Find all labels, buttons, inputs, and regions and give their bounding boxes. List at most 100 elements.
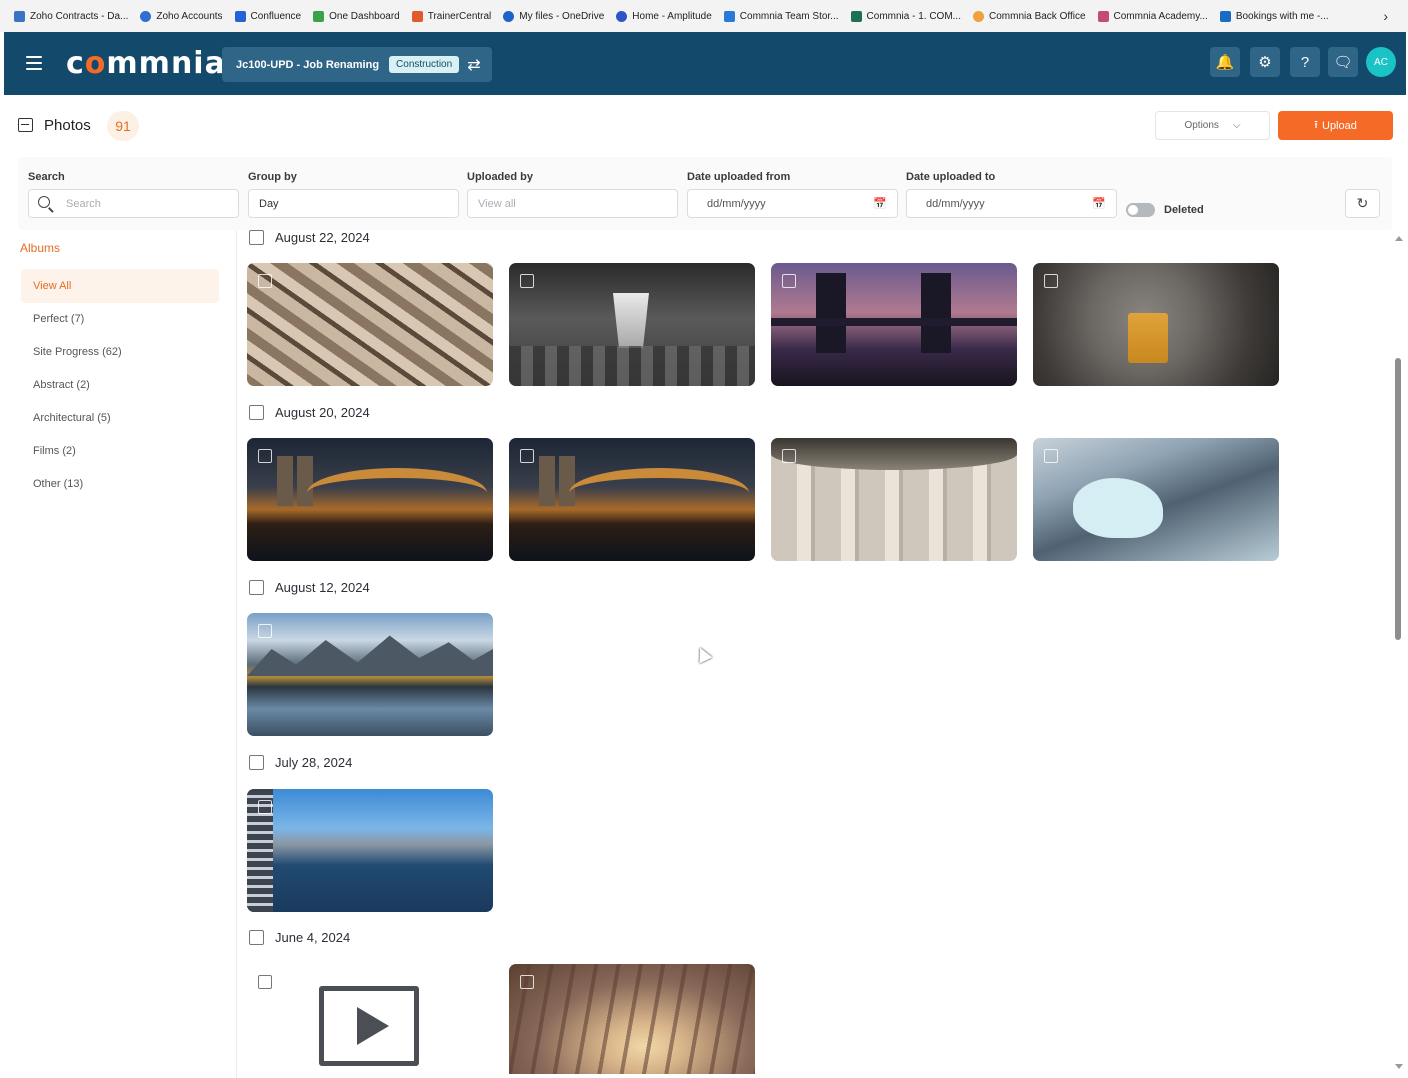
photo-select-checkbox[interactable] bbox=[1044, 274, 1058, 288]
search-label: Search bbox=[28, 171, 65, 183]
scroll-down-icon[interactable] bbox=[1395, 1064, 1403, 1069]
photos-icon bbox=[18, 118, 33, 132]
bookmark-trainercentral[interactable]: TrainerCentral bbox=[406, 0, 498, 32]
album-other[interactable]: Other (13) bbox=[21, 467, 219, 501]
page-title: Photos bbox=[44, 117, 91, 134]
concrete-pillars-photo[interactable] bbox=[771, 438, 1017, 561]
group-date: June 4, 2024 bbox=[275, 930, 351, 945]
back-office-icon bbox=[973, 10, 984, 22]
confluence-icon bbox=[234, 10, 246, 22]
cologne-bridge-photo[interactable] bbox=[247, 438, 493, 561]
photo-select-checkbox[interactable] bbox=[258, 975, 272, 989]
cologne-bridge-photo[interactable] bbox=[509, 438, 755, 561]
date-from-placeholder: dd/mm/yyyy bbox=[707, 197, 766, 210]
tree-tunnel-photo[interactable] bbox=[509, 964, 755, 1074]
chat-icon[interactable]: 🗨 bbox=[1328, 47, 1358, 77]
app-header: commnia Jc100-UPD - Job Renaming Constru… bbox=[4, 32, 1406, 95]
album-view-all[interactable]: View All bbox=[21, 269, 219, 303]
dashboard-icon bbox=[313, 10, 325, 22]
deleted-label: Deleted bbox=[1164, 204, 1204, 216]
tower-bridge-photo[interactable] bbox=[771, 263, 1017, 386]
skyscraper-photo[interactable] bbox=[1033, 438, 1279, 561]
concrete-corridor-photo[interactable] bbox=[509, 263, 755, 386]
tunnel-drill-photo[interactable] bbox=[1033, 263, 1279, 386]
timber-beams-photo[interactable] bbox=[247, 263, 493, 386]
scrollbar[interactable] bbox=[1392, 230, 1406, 1075]
upload-button[interactable]: ⭱ Upload bbox=[1278, 111, 1393, 140]
bookmark-zoho-contracts[interactable]: Zoho Contracts - Da... bbox=[8, 0, 134, 32]
date-to-placeholder: dd/mm/yyyy bbox=[926, 197, 985, 210]
photo-select-checkbox[interactable] bbox=[258, 800, 272, 814]
upload-icon: ⭱ bbox=[1314, 119, 1318, 131]
options-dropdown[interactable]: Options ⌵ bbox=[1155, 111, 1270, 140]
bookmark-onedrive[interactable]: My files - OneDrive bbox=[497, 0, 610, 32]
bookmark-commnia-com[interactable]: Commnia - 1. COM... bbox=[845, 0, 967, 32]
trainercentral-icon bbox=[411, 10, 423, 22]
teams-icon bbox=[723, 10, 735, 22]
bookmark-confluence[interactable]: Confluence bbox=[229, 0, 308, 32]
play-icon bbox=[319, 986, 419, 1066]
group-select-checkbox[interactable] bbox=[249, 930, 264, 945]
bookmark-back-office[interactable]: Commnia Back Office bbox=[967, 0, 1092, 32]
mouse-cursor-icon bbox=[693, 644, 713, 664]
album-site-progress[interactable]: Site Progress (62) bbox=[21, 335, 219, 369]
group-by-select[interactable]: Day bbox=[248, 189, 459, 218]
search-icon bbox=[38, 196, 50, 208]
job-switcher[interactable]: Jc100-UPD - Job Renaming Construction ⇄ bbox=[222, 47, 492, 82]
date-from-input[interactable]: dd/mm/yyyy 📅 bbox=[687, 189, 898, 218]
scrollbar-thumb[interactable] bbox=[1395, 358, 1401, 640]
settings-gear-icon[interactable]: ⚙ bbox=[1250, 47, 1280, 77]
help-icon[interactable]: ? bbox=[1290, 47, 1320, 77]
refresh-button[interactable]: ↻ bbox=[1345, 189, 1380, 218]
photo-select-checkbox[interactable] bbox=[520, 449, 534, 463]
album-abstract[interactable]: Abstract (2) bbox=[21, 368, 219, 402]
scroll-up-icon[interactable] bbox=[1395, 236, 1403, 241]
bookmark-bookings[interactable]: Bookings with me -... bbox=[1214, 0, 1335, 32]
bookmark-one-dashboard[interactable]: One Dashboard bbox=[307, 0, 406, 32]
video-thumbnail[interactable] bbox=[247, 964, 493, 1074]
photo-select-checkbox[interactable] bbox=[258, 449, 272, 463]
amplitude-icon bbox=[616, 10, 628, 22]
group-date: August 22, 2024 bbox=[275, 230, 370, 245]
group-select-checkbox[interactable] bbox=[249, 230, 264, 245]
photo-select-checkbox[interactable] bbox=[258, 274, 272, 288]
album-architectural[interactable]: Architectural (5) bbox=[21, 401, 219, 435]
commnia-logo[interactable]: commnia bbox=[66, 46, 226, 81]
search-input[interactable]: Search bbox=[28, 189, 239, 218]
group-select-checkbox[interactable] bbox=[249, 405, 264, 420]
date-to-input[interactable]: dd/mm/yyyy 📅 bbox=[906, 189, 1117, 218]
group-select-checkbox[interactable] bbox=[249, 755, 264, 770]
shield-icon bbox=[140, 10, 152, 22]
photo-select-checkbox[interactable] bbox=[782, 274, 796, 288]
calendar-icon[interactable]: 📅 bbox=[1092, 197, 1106, 210]
bookmark-team-storage[interactable]: Commnia Team Stor... bbox=[718, 0, 845, 32]
user-avatar[interactable]: AC bbox=[1366, 47, 1396, 77]
photo-count-badge: 91 bbox=[107, 111, 139, 141]
photo-select-checkbox[interactable] bbox=[1044, 449, 1058, 463]
calendar-icon[interactable]: 📅 bbox=[873, 197, 887, 210]
album-perfect[interactable]: Perfect (7) bbox=[21, 302, 219, 336]
bookmark-amplitude[interactable]: Home - Amplitude bbox=[610, 0, 717, 32]
harbor-city-photo[interactable] bbox=[247, 789, 493, 912]
albums-heading: Albums bbox=[20, 241, 61, 255]
photo-select-checkbox[interactable] bbox=[258, 624, 272, 638]
album-films[interactable]: Films (2) bbox=[21, 434, 219, 468]
photo-select-checkbox[interactable] bbox=[520, 274, 534, 288]
job-title: Jc100-UPD - Job Renaming bbox=[236, 58, 380, 71]
hamburger-menu-icon[interactable] bbox=[26, 56, 42, 70]
bookmark-academy[interactable]: Commnia Academy... bbox=[1092, 0, 1214, 32]
notifications-bell-icon[interactable]: 🔔 bbox=[1210, 47, 1240, 77]
uploaded-by-select[interactable]: View all bbox=[467, 189, 678, 218]
uploaded-by-placeholder: View all bbox=[478, 197, 516, 210]
date-from-label: Date uploaded from bbox=[687, 171, 791, 183]
group-select-checkbox[interactable] bbox=[249, 580, 264, 595]
chevron-right-icon[interactable]: › bbox=[1383, 8, 1388, 24]
deleted-toggle[interactable] bbox=[1126, 203, 1155, 217]
group-date: July 28, 2024 bbox=[275, 755, 353, 770]
photo-select-checkbox[interactable] bbox=[520, 975, 534, 989]
group-date: August 20, 2024 bbox=[275, 405, 370, 420]
photo-select-checkbox[interactable] bbox=[782, 449, 796, 463]
swap-icon: ⇄ bbox=[467, 56, 481, 74]
mountain-lake-photo[interactable] bbox=[247, 613, 493, 736]
bookmark-zoho-accounts[interactable]: Zoho Accounts bbox=[134, 0, 228, 32]
